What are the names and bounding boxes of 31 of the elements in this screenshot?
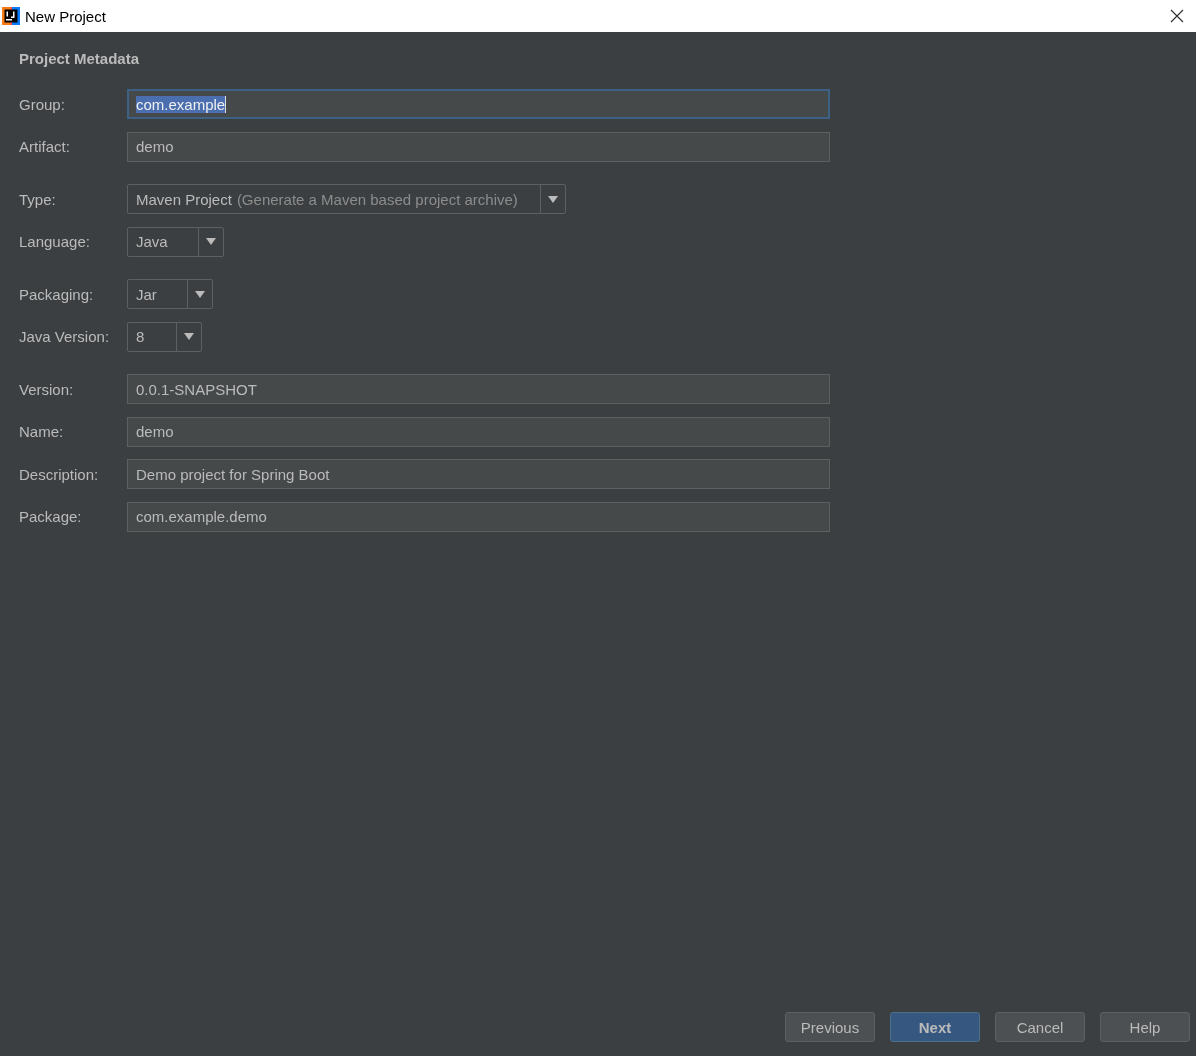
dropdown[interactable]: Jar (127, 279, 213, 309)
text-field[interactable]: com.example (127, 89, 830, 119)
dialog-button[interactable]: Next (890, 1012, 980, 1042)
window-title: New Project (25, 7, 107, 25)
field-label: Description: (19, 465, 100, 483)
dialog-button[interactable]: Help (1100, 1012, 1190, 1042)
text-field[interactable]: Demo project for Spring Boot (127, 459, 830, 489)
field-label: Group: (19, 95, 66, 113)
dialog-button[interactable]: Previous (785, 1012, 875, 1042)
text-field[interactable]: com.example.demo (127, 501, 830, 532)
caret-icon (205, 238, 216, 245)
field-label: Language: (19, 233, 91, 250)
text-field[interactable]: demo (127, 416, 830, 447)
dropdown[interactable]: Java (127, 226, 224, 257)
close-icon[interactable] (1170, 9, 1184, 23)
text-field[interactable]: demo (127, 131, 830, 162)
field-label: Type: (19, 190, 57, 208)
section-title: Project Metadata (19, 50, 141, 67)
field-label: Java Version: (19, 328, 111, 345)
caret-icon (184, 333, 194, 340)
field-label: Name: (19, 423, 65, 440)
caret-icon (547, 195, 558, 203)
dialog-button[interactable]: Cancel (995, 1012, 1085, 1042)
field-label: Artifact: (19, 138, 71, 155)
caret-icon (194, 290, 205, 298)
dropdown[interactable]: Maven Project (Generate a Maven based project archive) (127, 184, 566, 214)
field-label: Package: (19, 508, 83, 525)
field-label: Version: (19, 380, 75, 398)
dropdown[interactable]: 8 (127, 321, 202, 352)
text-field[interactable]: 0.0.1-SNAPSHOT (127, 374, 830, 404)
field-label: Packaging: (19, 285, 95, 303)
